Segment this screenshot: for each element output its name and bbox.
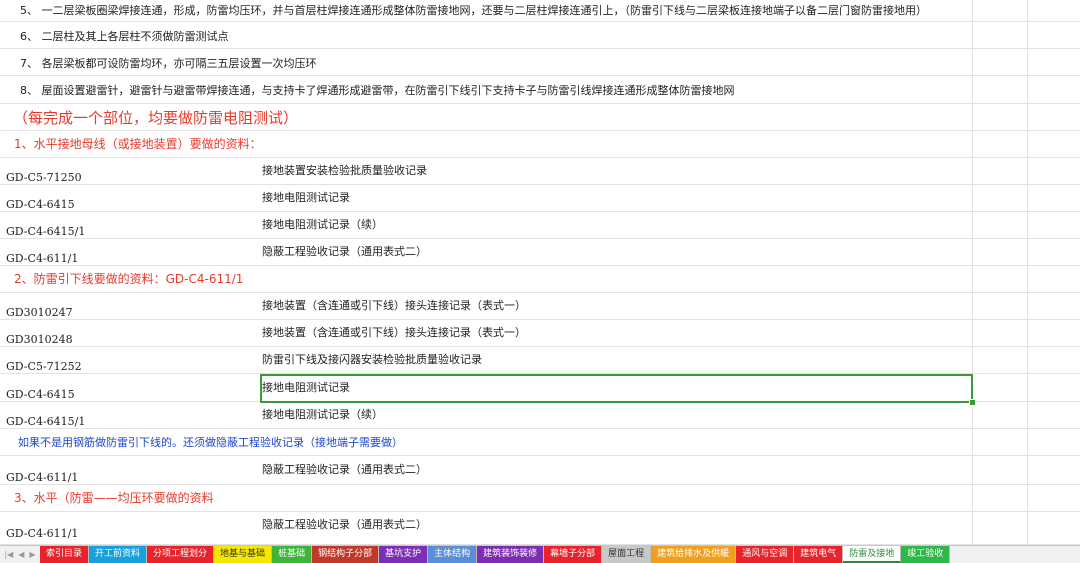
sheet-nav: |◀ ◀ ▶ [0, 546, 40, 563]
table-row[interactable]: GD-C4-611/1 隐蔽工程验收记录（通用表式二） [0, 512, 1080, 545]
section3-title: 3、水平（防雷——均压环要做的资料 [14, 491, 214, 505]
sheet-tab[interactable]: 钢结构子分部 [312, 546, 380, 563]
sheet-row[interactable]: 5、 一二层梁板圈梁焊接连通，形成，防雷均压环，并与首层柱焊接连通形成整体防雷接… [0, 0, 1080, 22]
sheet-tab[interactable]: 建筑电气 [794, 546, 844, 563]
row-code: GD-C4-6415 [6, 388, 75, 401]
next-sheet-icon[interactable]: ▶ [29, 550, 35, 559]
sheet-tab[interactable]: 建筑给排水及供暖 [651, 546, 737, 563]
table-row[interactable]: GD3010248 接地装置（含连通或引下线）接头连接记录（表式一） [0, 320, 1080, 347]
sheet-tab[interactable]: 开工前资料 [89, 546, 148, 563]
sheet-row[interactable]: 3、水平（防雷——均压环要做的资料 [0, 485, 1080, 512]
row-desc: 接地电阻测试记录（续） [262, 408, 383, 421]
row-code: GD-C5-71250 [6, 171, 82, 184]
spreadsheet-grid[interactable]: 5、 一二层梁板圈梁焊接连通，形成，防雷均压环，并与首层柱焊接连通形成整体防雷接… [0, 0, 1080, 545]
sheet-row[interactable]: 6、 二层柱及其上各层柱不须做防雷测试点 [0, 22, 1080, 49]
sheet-tab[interactable]: 通风与空调 [736, 546, 795, 563]
sheet-tab[interactable]: 基坑支护 [379, 546, 429, 563]
row-desc: 隐蔽工程验收记录（通用表式二） [262, 245, 427, 258]
prev-sheet-icon[interactable]: ◀ [18, 550, 24, 559]
row-desc: 接地电阻测试记录 [262, 191, 350, 204]
selected-cell[interactable] [260, 374, 973, 403]
row-desc: 接地装置（含连通或引下线）接头连接记录（表式一） [262, 299, 526, 312]
row-desc: 防雷引下线及接闪器安装检验批质量验收记录 [262, 353, 482, 366]
sheet-tab[interactable]: 建筑装饰装修 [477, 546, 545, 563]
section2-title: 2、防雷引下线要做的资料：GD-C4-611/1 [14, 272, 244, 286]
table-row[interactable]: GD-C4-6415/1 接地电阻测试记录（续） [0, 212, 1080, 239]
table-row[interactable]: GD-C4-6415/1 接地电阻测试记录（续） [0, 402, 1080, 429]
table-row[interactable]: GD-C5-71250 接地装置安装检验批质量验收记录 [0, 158, 1080, 185]
row-desc: 接地装置安装检验批质量验收记录 [262, 164, 427, 177]
row-code: GD-C4-611/1 [6, 252, 79, 265]
sheet-row[interactable]: 1、水平接地母线（或接地装置）要做的资料： [0, 131, 1080, 158]
sheet-tab[interactable]: 防雷及接地 [843, 546, 902, 563]
first-sheet-icon[interactable]: |◀ [4, 550, 13, 559]
note-8: 8、 屋面设置避雷针，避雷针与避雷带焊接连通，与支持卡了焊通形成避雷带，在防雷引… [20, 84, 735, 97]
table-row[interactable]: GD-C4-6415 接地电阻测试记录 [0, 185, 1080, 212]
section1-title: 1、水平接地母线（或接地装置）要做的资料： [14, 137, 262, 151]
note-6: 6、 二层柱及其上各层柱不须做防雷测试点 [20, 30, 229, 43]
blue-note: 如果不是用钢筋做防雷引下线的。还须做隐蔽工程验收记录（接地端子需要做） [18, 436, 403, 449]
row-code: GD-C5-71252 [6, 360, 82, 373]
table-row[interactable]: GD-C4-611/1 隐蔽工程验收记录（通用表式二） [0, 239, 1080, 266]
row-desc: 隐蔽工程验收记录（通用表式二） [262, 518, 427, 531]
sheet-tab[interactable]: 主体结构 [428, 546, 478, 563]
sheet-tab[interactable]: 竣工验收 [901, 546, 951, 563]
table-row[interactable]: GD-C5-71252 防雷引下线及接闪器安装检验批质量验收记录 [0, 347, 1080, 374]
table-row[interactable]: GD3010247 接地装置（含连通或引下线）接头连接记录（表式一） [0, 293, 1080, 320]
sheet-tab[interactable]: 幕墙子分部 [544, 546, 603, 563]
row-code: GD-C4-6415 [6, 198, 75, 211]
row-desc: 接地装置（含连通或引下线）接头连接记录（表式一） [262, 326, 526, 339]
sheet-tab[interactable]: 索引目录 [40, 546, 90, 563]
sheet-tab[interactable]: 屋面工程 [602, 546, 652, 563]
row-desc: 接地电阻测试记录（续） [262, 218, 383, 231]
row-code: GD3010247 [6, 306, 73, 319]
row-code: GD-C4-611/1 [6, 471, 79, 484]
row-desc: 隐蔽工程验收记录（通用表式二） [262, 463, 427, 476]
row-code: GD3010248 [6, 333, 73, 346]
row-code: GD-C4-6415/1 [6, 225, 86, 238]
sheet-row[interactable]: 2、防雷引下线要做的资料：GD-C4-611/1 [0, 266, 1080, 293]
row-code: GD-C4-611/1 [6, 527, 79, 540]
note-5: 5、 一二层梁板圈梁焊接连通，形成，防雷均压环，并与首层柱焊接连通形成整体防雷接… [20, 4, 927, 17]
sheet-row[interactable]: 8、 屋面设置避雷针，避雷针与避雷带焊接连通，与支持卡了焊通形成避雷带，在防雷引… [0, 76, 1080, 104]
headline: （每完成一个部位，均要做防雷电阻测试） [13, 109, 299, 127]
sheet-row[interactable]: （每完成一个部位，均要做防雷电阻测试） [0, 104, 1080, 131]
table-row[interactable]: GD-C4-611/1 隐蔽工程验收记录（通用表式二） [0, 456, 1080, 485]
note-7: 7、 各层梁板都可设防雷均环，亦可隔三五层设置一次均压环 [20, 57, 317, 70]
sheet-row[interactable]: 如果不是用钢筋做防雷引下线的。还须做隐蔽工程验收记录（接地端子需要做） [0, 429, 1080, 456]
sheet-tab[interactable]: 地基与基础 [214, 546, 273, 563]
sheet-tab-bar: |◀ ◀ ▶ 索引目录 开工前资料 分项工程划分 地基与基础 桩基础 钢结构子分部 基坑支护… [0, 545, 1080, 563]
sheet-tab[interactable]: 分项工程划分 [147, 546, 215, 563]
row-code: GD-C4-6415/1 [6, 415, 86, 428]
sheet-tab[interactable]: 桩基础 [272, 546, 313, 563]
sheet-row[interactable]: 7、 各层梁板都可设防雷均环，亦可隔三五层设置一次均压环 [0, 49, 1080, 76]
